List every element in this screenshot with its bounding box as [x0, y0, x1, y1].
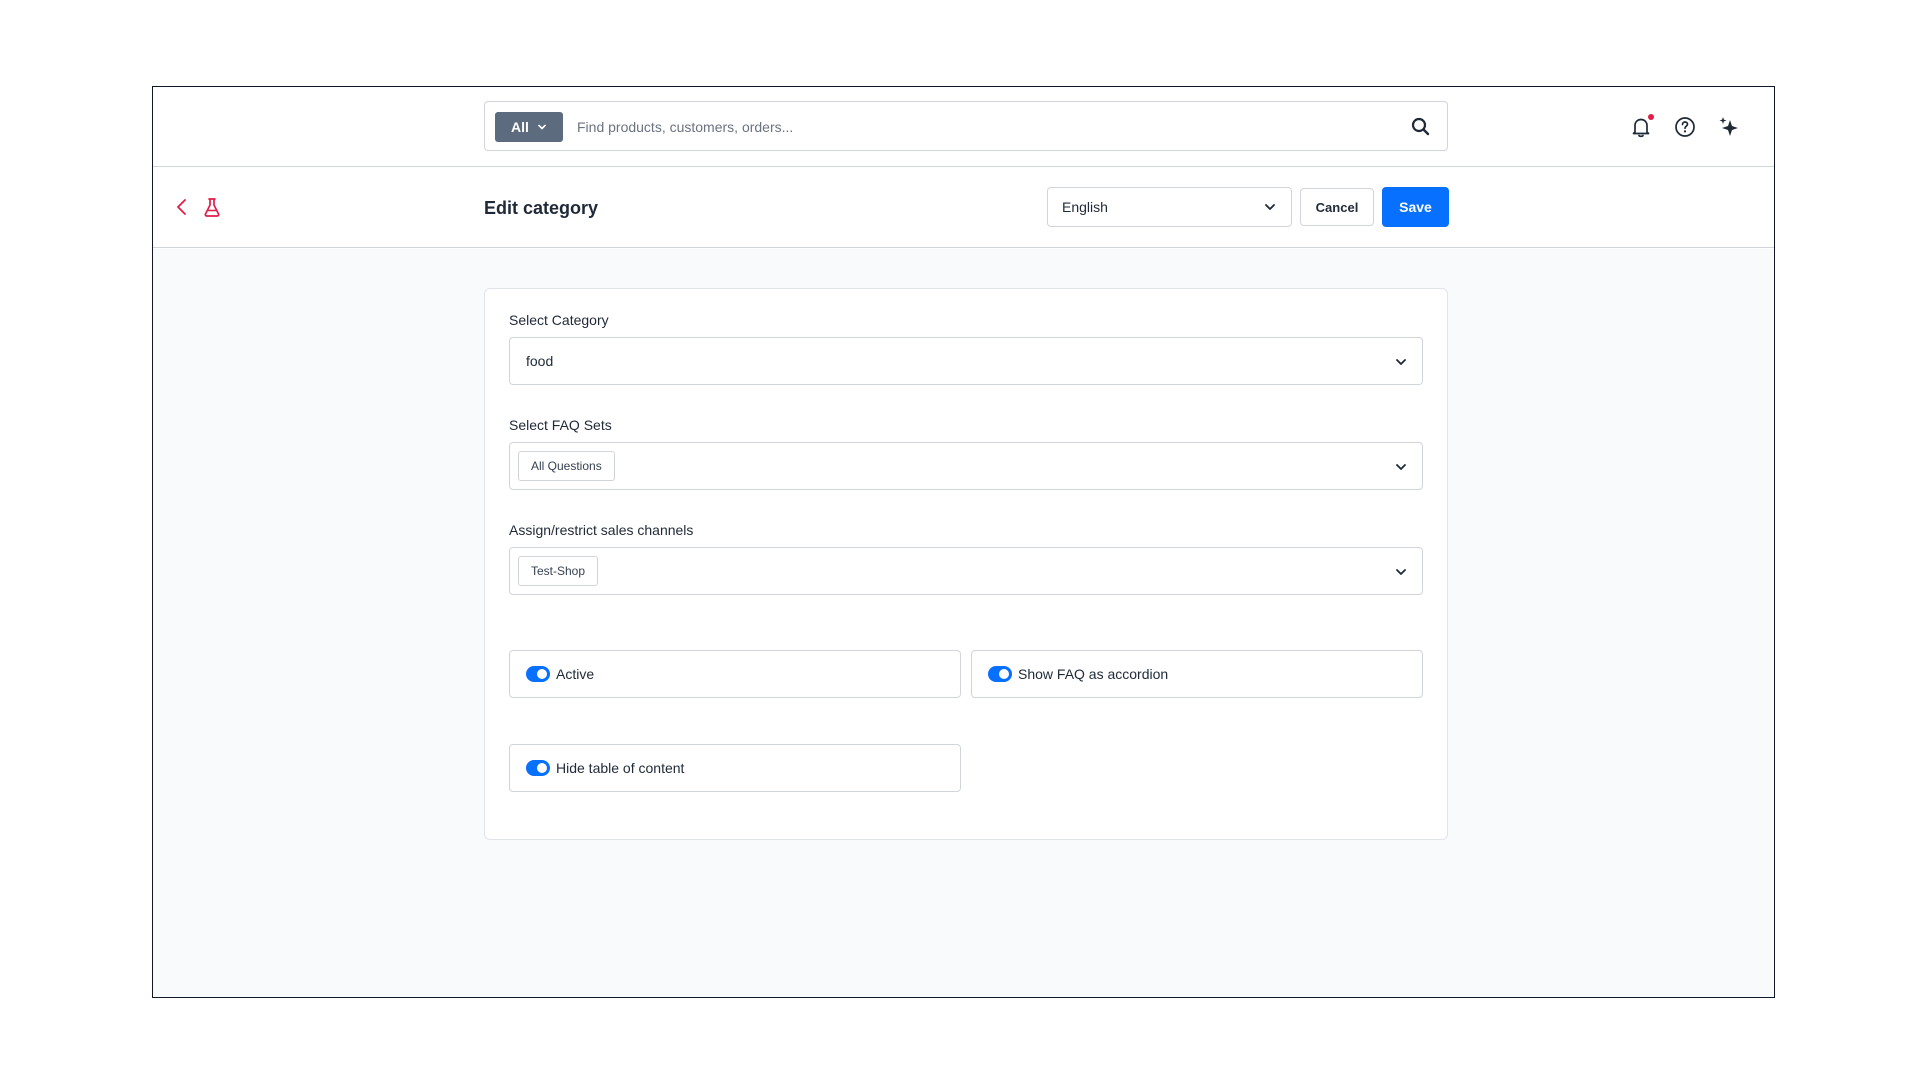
content-area: Select Category food Select FAQ Sets All… [153, 249, 1774, 997]
faq-accordion-toggle-field: Show FAQ as accordion [971, 650, 1423, 698]
help-icon [1675, 117, 1695, 137]
faq-accordion-switch[interactable] [988, 666, 1012, 682]
search-scope-label: All [511, 119, 529, 135]
category-form-card: Select Category food Select FAQ Sets All… [484, 288, 1448, 840]
chevron-down-icon [538, 124, 546, 130]
help-button[interactable] [1672, 114, 1698, 140]
top-bar: All [153, 87, 1774, 167]
notification-dot [1648, 114, 1654, 120]
language-select[interactable]: English [1047, 187, 1292, 227]
hide-toc-toggle-field: Hide table of content [509, 744, 961, 792]
chevron-down-icon [1265, 204, 1275, 210]
notifications-button[interactable] [1628, 114, 1654, 140]
select-category-label: Select Category [509, 312, 609, 328]
faq-accordion-toggle-label: Show FAQ as accordion [1018, 666, 1169, 682]
chevron-down-icon [1396, 464, 1406, 470]
select-category-value: food [526, 353, 554, 369]
sparkle-icon [1719, 117, 1738, 136]
app-window: All Find products, customers, orders... … [152, 86, 1775, 998]
chevron-down-icon [1396, 569, 1406, 575]
flask-icon[interactable] [201, 195, 223, 219]
hide-toc-switch[interactable] [526, 760, 550, 776]
select-faq-sets-dropdown[interactable]: All Questions [509, 442, 1423, 490]
search-icon[interactable] [1409, 115, 1433, 139]
active-toggle-label: Active [556, 666, 595, 682]
select-category-dropdown[interactable]: food [509, 337, 1423, 385]
search-scope-dropdown[interactable]: All [495, 112, 563, 142]
sales-channels-dropdown[interactable]: Test-Shop [509, 547, 1423, 595]
back-arrow-icon[interactable] [171, 195, 193, 219]
global-search: All [484, 101, 1448, 151]
faq-set-tag[interactable]: All Questions [518, 451, 615, 481]
hide-toc-toggle-label: Hide table of content [556, 760, 685, 776]
ai-assistant-button[interactable] [1716, 114, 1742, 140]
search-input[interactable] [577, 112, 1377, 142]
save-button[interactable]: Save [1382, 187, 1449, 227]
page-title: Edit category [484, 198, 599, 218]
sales-channel-tag[interactable]: Test-Shop [518, 556, 599, 586]
active-toggle-field: Active [509, 650, 961, 698]
active-switch[interactable] [526, 666, 550, 682]
select-faq-sets-label: Select FAQ Sets [509, 417, 612, 433]
language-select-value: English [1062, 199, 1108, 215]
chevron-down-icon [1396, 359, 1406, 365]
cancel-button[interactable]: Cancel [1300, 188, 1374, 226]
sales-channels-label: Assign/restrict sales channels [509, 522, 694, 538]
page-header: Edit category English Cancel Save [153, 168, 1774, 248]
